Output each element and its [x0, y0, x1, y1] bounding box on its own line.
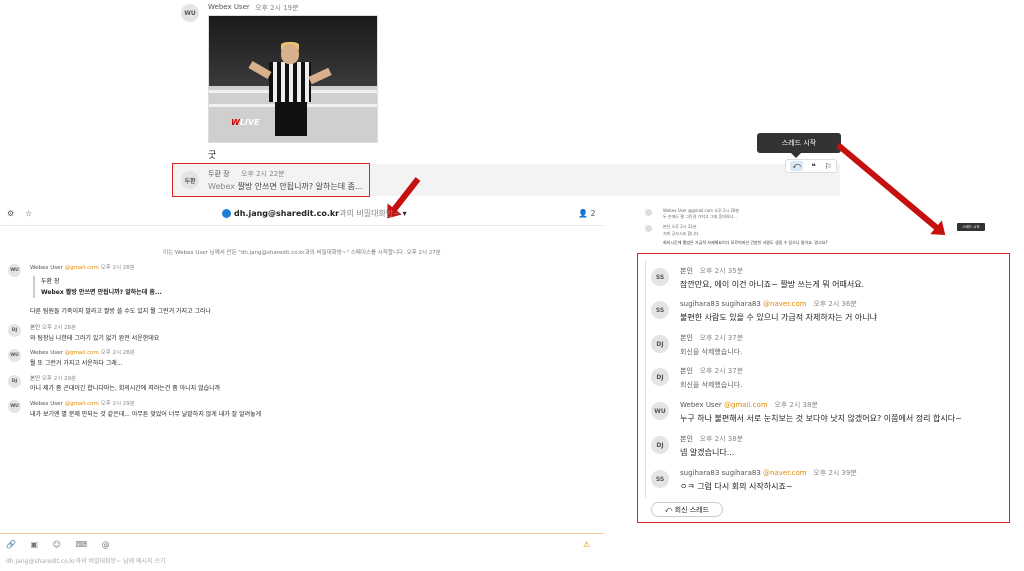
people-count[interactable]: 👤 2 [578, 209, 596, 218]
sender-name: 본인 오후 2시 28분 [30, 325, 77, 331]
sender-name: 본인 오후 2시 37분 [680, 367, 744, 375]
avatar: DJ [8, 375, 21, 388]
sender-name: Webex User [208, 3, 250, 11]
avatar: WU [8, 264, 21, 277]
gif-logo: WLIVE [231, 118, 260, 127]
reply-thread-icon[interactable]: ⤺ [790, 161, 803, 171]
thread-line [645, 260, 646, 498]
message-text: 다른 팀원들 기죽이지 말라고 짤방 쓸 수도 있지 뭘 그런거 가지고 그러나 [30, 308, 212, 315]
message-input[interactable]: dh.jang@sharedit.co.kr과의 비밀대화방~ 님께 메시지 쓰… [6, 556, 166, 565]
sender-name: 본인 오후 2시 38분 [680, 435, 744, 443]
sender-name: 본인 오후 2시 35분 [680, 267, 744, 275]
sender-name: Webex User @gmail.com 오후 2시 28분 [30, 350, 135, 356]
avatar: DJ [651, 436, 669, 454]
avatar: WU [181, 4, 199, 22]
sender-name: Webex User @gmail.com 오후 2시 38분 [680, 401, 818, 409]
sender-name: Webex User @gmail.com 오후 2시 29분 [30, 401, 135, 407]
sender-name: 본인 오후 2시 37분 [680, 334, 744, 342]
avatar: WU [8, 400, 21, 413]
system-message: 이는 Webex User 님께서 만든 "dh.jang@sharedit.c… [163, 250, 441, 256]
sender-name: sugihara83 sugihara83 @naver.com 오후 2시 3… [680, 469, 857, 477]
message-text: 넵 알겠습니다... [680, 448, 735, 457]
sender-name: Webex User @gmail.com 오후 2시 28분 [30, 265, 135, 271]
highlight-box [172, 163, 370, 197]
reply-thread-button[interactable]: ⤺ 회신 스레드 [651, 502, 723, 517]
space-title[interactable]: dh.jang@sharedit.co.kr과의 비밀대화방~ ▾ [234, 208, 407, 219]
message-text: 뭘 또 그런거 가지고 서운하다 그래... [30, 360, 123, 367]
message-time: 오후 2시 19분 [255, 4, 299, 12]
sender-name: 본인 오후 2시 29분 [30, 376, 77, 382]
sender-name: sugihara83 sugihara83 @naver.com 오후 2시 3… [680, 300, 857, 308]
reply-text: 굿 [208, 151, 217, 161]
avatar: SS [651, 268, 669, 286]
message-actions: ⤺ ❝ ⚐ [785, 159, 837, 173]
avatar: DJ [651, 368, 669, 386]
star-icon[interactable]: ☆ [25, 209, 32, 218]
avatar: WU [8, 349, 21, 362]
avatar: DJ [8, 324, 21, 337]
composer-toolbar[interactable]: 🔗 ▣ ☺ ⌨ @ [6, 540, 116, 549]
referee-gif-image[interactable]: WLIVE [208, 15, 378, 143]
message-text: 불편한 사람도 있을 수 있으니 가급적 자제하자는 거 아니냐 [680, 313, 877, 322]
avatar: SS [651, 301, 669, 319]
avatar: SS [651, 470, 669, 488]
message-text: 회신을 삭제했습니다. [680, 348, 743, 356]
thread-preview: Webex User @gmail.com 오후 2시 28분 두 손에도 짤 … [645, 205, 1007, 247]
composer-right-icon[interactable]: ⚠ [583, 540, 590, 549]
message-text: 회신을 삭제했습니다. [680, 381, 743, 389]
flag-icon[interactable]: ⚐ [824, 162, 831, 171]
thread-tooltip: 스레드 시작 [757, 133, 841, 158]
space-icon [222, 209, 231, 218]
message-text: 내가 보기엔 별 문제 안되는 것 같은데... 아무튼 맞었어 너무 날밭하지… [30, 411, 262, 418]
quoted-message[interactable]: 두환 장 Webex 짤방 안쓰면 안됩니까? 알하는데 좀... [33, 276, 162, 298]
message-text: ㅇㅋ 그럼 다시 회의 시작하시죠~ [680, 482, 793, 491]
settings-icon[interactable]: ⚙ [7, 209, 14, 218]
message-text: 잠깐만요, 에이 이건 아니죠~ 짤방 쓰는게 뭐 어때서요. [680, 280, 865, 289]
message-text: 와 팀장님 나한테 그러기 있기 없기 완전 서운한데요 [30, 335, 160, 342]
avatar: DJ [651, 335, 669, 353]
message-text: 아니 제가 좀 곤대이긴 합니다마는, 회의시간에 저러는건 좀 아니지 않습니… [30, 385, 221, 392]
message-composer[interactable] [0, 533, 604, 571]
thread-tooltip: 스레드 시작 [957, 223, 985, 231]
quote-icon[interactable]: ❝ [812, 162, 816, 171]
message-text: 누구 하나 불편해서 서로 눈치보는 것 보다야 낫지 않겠어요? 이쯤에서 정… [680, 414, 962, 423]
avatar: WU [651, 402, 669, 420]
